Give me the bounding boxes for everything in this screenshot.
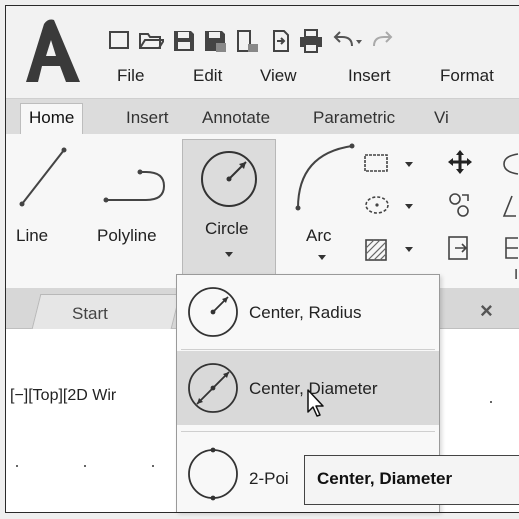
grid-dot	[490, 401, 492, 403]
tab-parametric[interactable]: Parametric	[313, 108, 395, 128]
viewport-controls-label[interactable]: [−][Top][2D Wir	[10, 387, 116, 405]
save-icon[interactable]	[171, 28, 197, 54]
circle-center-diameter-icon	[188, 363, 238, 413]
circle-center-radius-icon	[188, 287, 238, 337]
arc-tool-label: Arc	[306, 226, 332, 245]
tooltip-text: Center, Diameter	[317, 469, 453, 488]
new-file-icon[interactable]	[106, 28, 132, 54]
menu-divider	[181, 431, 435, 432]
save-as-icon[interactable]	[202, 28, 228, 54]
dropdown-item-center-radius[interactable]: Center, Radius	[177, 275, 439, 349]
polyline-tool-label: Polyline	[97, 226, 157, 245]
close-icon[interactable]: ×	[480, 298, 493, 324]
grid-dot	[16, 465, 18, 467]
tab-view[interactable]: Vi	[434, 108, 449, 128]
tab-home[interactable]: Home	[20, 103, 84, 134]
chevron-down-icon	[225, 252, 233, 257]
tab-annotate[interactable]: Annotate	[202, 108, 270, 128]
circle-tool-button[interactable]: Circle	[182, 139, 276, 283]
title-bar: File Edit View Insert Format	[6, 6, 519, 98]
redo-icon[interactable]	[368, 28, 394, 54]
copy-icon[interactable]	[446, 190, 474, 220]
arc-icon	[295, 143, 355, 211]
ellipse-icon[interactable]	[362, 192, 392, 218]
ribbon-draw-panel: Line Polyline Circle Arc I	[6, 134, 519, 289]
chevron-down-icon	[318, 255, 326, 260]
panel-title-fragment: I	[514, 266, 519, 283]
line-tool-button[interactable]: Line	[16, 142, 70, 262]
mouse-cursor-icon	[307, 389, 324, 417]
circle-tool-label: Circle	[205, 219, 249, 238]
menu-view[interactable]: View	[260, 66, 297, 86]
scale-icon[interactable]	[500, 234, 519, 262]
start-tab-label: Start	[72, 304, 108, 323]
publish-icon[interactable]	[234, 28, 260, 54]
rectangle-icon[interactable]	[362, 152, 392, 174]
menu-edit[interactable]: Edit	[193, 66, 222, 86]
ribbon-tab-bar: Home Insert Annotate Parametric Vi	[6, 98, 519, 135]
undo-dropdown-icon[interactable]	[354, 28, 364, 54]
menu-insert[interactable]: Insert	[348, 66, 391, 86]
grid-dot	[84, 465, 86, 467]
move-icon[interactable]	[446, 148, 474, 176]
hatch-icon[interactable]	[362, 237, 392, 263]
menu-divider	[181, 349, 435, 350]
tab-insert[interactable]: Insert	[126, 108, 169, 128]
menu-format[interactable]: Format	[440, 66, 494, 86]
chevron-down-icon[interactable]	[405, 204, 413, 209]
polyline-icon	[103, 169, 166, 203]
menu-file[interactable]: File	[117, 66, 144, 86]
circle-2-point-icon	[188, 447, 238, 501]
polyline-tool-button[interactable]: Polyline	[92, 142, 176, 262]
mirror-icon[interactable]	[500, 192, 519, 220]
dropdown-item-label: 2-Poi	[249, 469, 289, 488]
tooltip: Center, Diameter	[304, 455, 519, 505]
share-icon[interactable]	[268, 28, 294, 54]
circle-icon	[201, 151, 257, 207]
chevron-down-icon[interactable]	[405, 162, 413, 167]
arc-tool-button[interactable]: Arc	[288, 142, 358, 272]
rotate-icon[interactable]	[500, 150, 519, 178]
application-logo-icon[interactable]	[22, 18, 82, 84]
dropdown-item-label: Center, Radius	[249, 303, 362, 322]
chevron-down-icon[interactable]	[405, 247, 413, 252]
open-folder-icon[interactable]	[138, 28, 164, 54]
grid-dot	[152, 465, 154, 467]
print-icon[interactable]	[298, 28, 324, 54]
stretch-icon[interactable]	[446, 234, 474, 262]
line-icon	[19, 147, 67, 207]
line-tool-label: Line	[16, 226, 49, 245]
